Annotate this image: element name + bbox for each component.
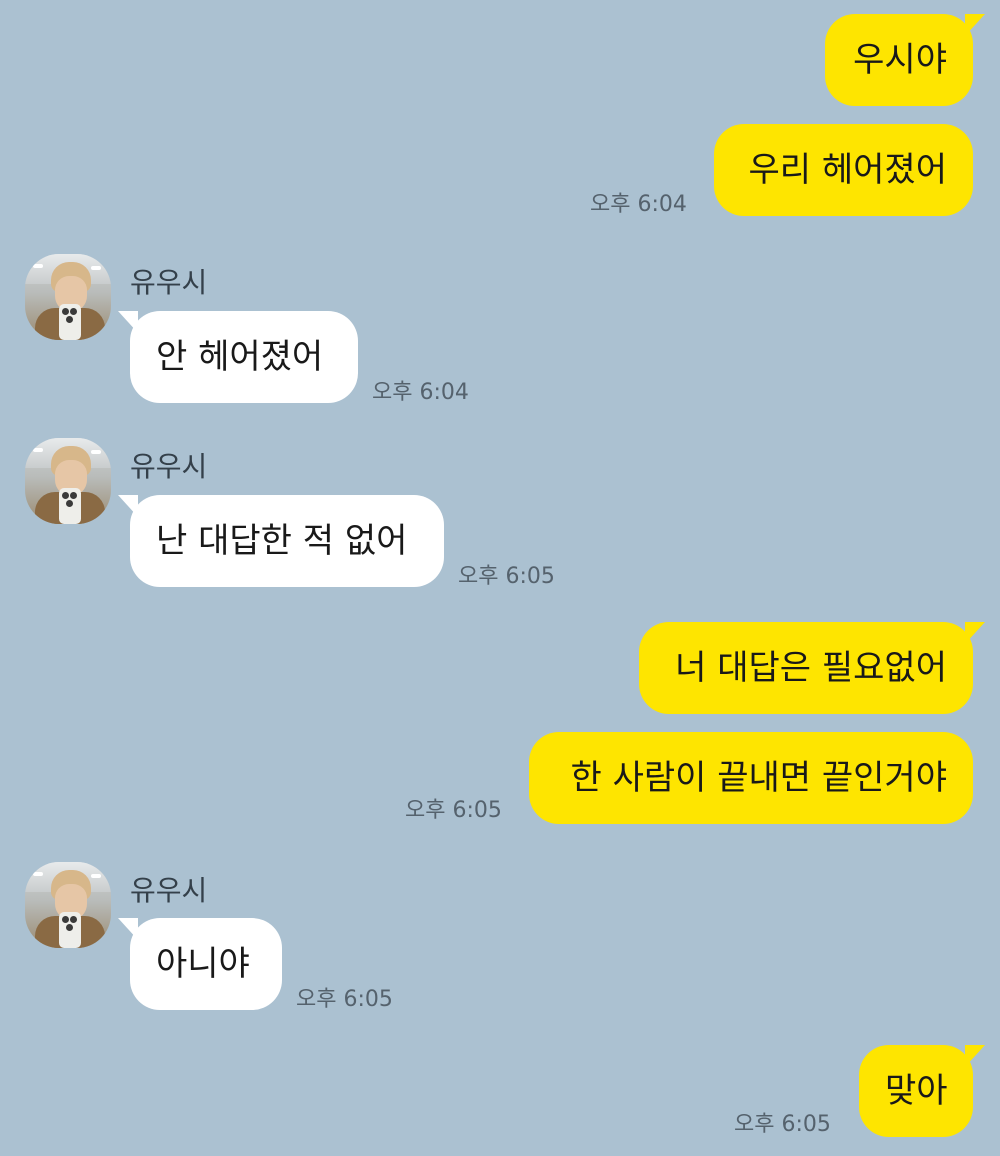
my-message-bubble[interactable]: 너 대답은 필요없어 [639,622,985,714]
sender-name: 유우시 [130,266,208,299]
message-timestamp: 오후 6:05 [734,1112,831,1137]
message-timestamp: 오후 6:05 [405,798,502,823]
my-message-bubble[interactable]: 우리 헤어졌어 [714,124,973,216]
contact-message-bubble[interactable]: 아니야 [118,918,282,1010]
contact-avatar[interactable] [25,862,111,948]
my-message-bubble[interactable]: 한 사람이 끝내면 끝인거야 [529,732,973,824]
contact-message-bubble[interactable]: 난 대답한 적 없어 [118,495,444,587]
contact-avatar[interactable] [25,438,111,524]
message-timestamp: 오후 6:05 [296,987,393,1012]
contact-avatar[interactable] [25,254,111,340]
message-timestamp: 오후 6:04 [372,380,469,405]
sender-name: 유우시 [130,874,208,907]
my-message-bubble[interactable]: 맞아 [859,1045,985,1137]
chat-room: 우시야 우리 헤어졌어 오후 6:04 유우시 안 헤어졌어 오후 6:04 유… [0,0,1000,1156]
contact-message-bubble[interactable]: 안 헤어졌어 [118,311,358,403]
message-timestamp: 오후 6:05 [458,564,555,589]
my-message-bubble[interactable]: 우시야 [825,14,985,106]
sender-name: 유우시 [130,450,208,483]
message-timestamp: 오후 6:04 [590,192,687,217]
